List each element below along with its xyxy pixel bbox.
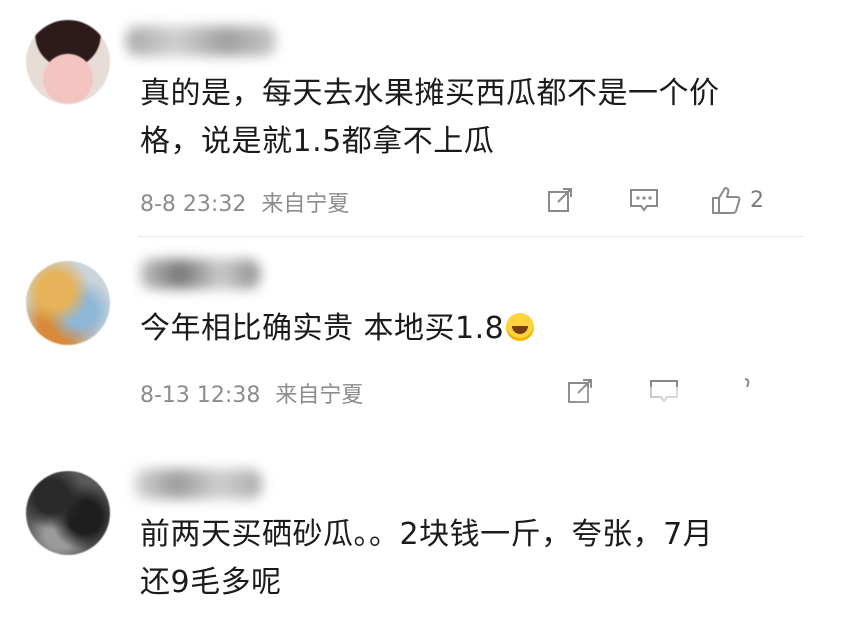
comment-text-line: 格，说是就1.5都拿不上瓜 xyxy=(140,124,495,159)
like-count: 2 xyxy=(750,187,764,213)
comment-text-line: 今年相比确实贵 本地买1.8 xyxy=(140,305,535,353)
username-blurred[interactable] xyxy=(134,469,262,499)
comment-meta: 8-13 12:38 来自宁夏 xyxy=(140,377,363,409)
timestamp: 8-13 12:38 xyxy=(140,383,261,408)
avatar[interactable] xyxy=(26,20,110,104)
reply-button[interactable] xyxy=(628,184,660,216)
fade-overlay xyxy=(600,585,842,627)
like-button[interactable]: 2 xyxy=(710,184,764,216)
location: 来自宁夏 xyxy=(275,383,364,408)
laughing-crying-emoji-icon xyxy=(506,313,535,341)
comment-item: 今年相比确实贵 本地买1.8 8-13 12:38 来自宁夏 xyxy=(0,237,842,437)
username-blurred[interactable] xyxy=(140,259,260,289)
comment-meta: 8-8 23:32 来自宁夏 xyxy=(140,186,349,218)
share-icon xyxy=(548,188,572,212)
fade-overlay xyxy=(560,387,842,427)
comment-text-content: 今年相比确实贵 本地买1.8 xyxy=(140,311,505,346)
comment-item: 真的是，每天去水果摊买西瓜都不是一个价 格，说是就1.5都拿不上瓜 8-8 23… xyxy=(0,0,842,236)
comment-text-line: 真的是，每天去水果摊买西瓜都不是一个价 xyxy=(140,76,720,111)
thumbs-up-icon xyxy=(712,187,741,214)
comment-text: 今年相比确实贵 本地买1.8 xyxy=(140,305,535,353)
avatar[interactable] xyxy=(26,471,110,555)
location: 来自宁夏 xyxy=(261,192,350,217)
comment-icon xyxy=(630,189,658,212)
avatar[interactable] xyxy=(26,261,110,345)
comment-text: 真的是，每天去水果摊买西瓜都不是一个价 格，说是就1.5都拿不上瓜 xyxy=(140,70,720,166)
username-blurred[interactable] xyxy=(126,26,276,56)
share-button[interactable] xyxy=(546,184,574,216)
timestamp: 8-8 23:32 xyxy=(140,192,247,217)
comment-item: 前两天买硒砂瓜。。2块钱一斤，夸张，7月 还9毛多呢 xyxy=(0,455,842,627)
comment-text-line: 前两天买硒砂瓜。。2块钱一斤，夸张，7月 xyxy=(140,517,714,552)
